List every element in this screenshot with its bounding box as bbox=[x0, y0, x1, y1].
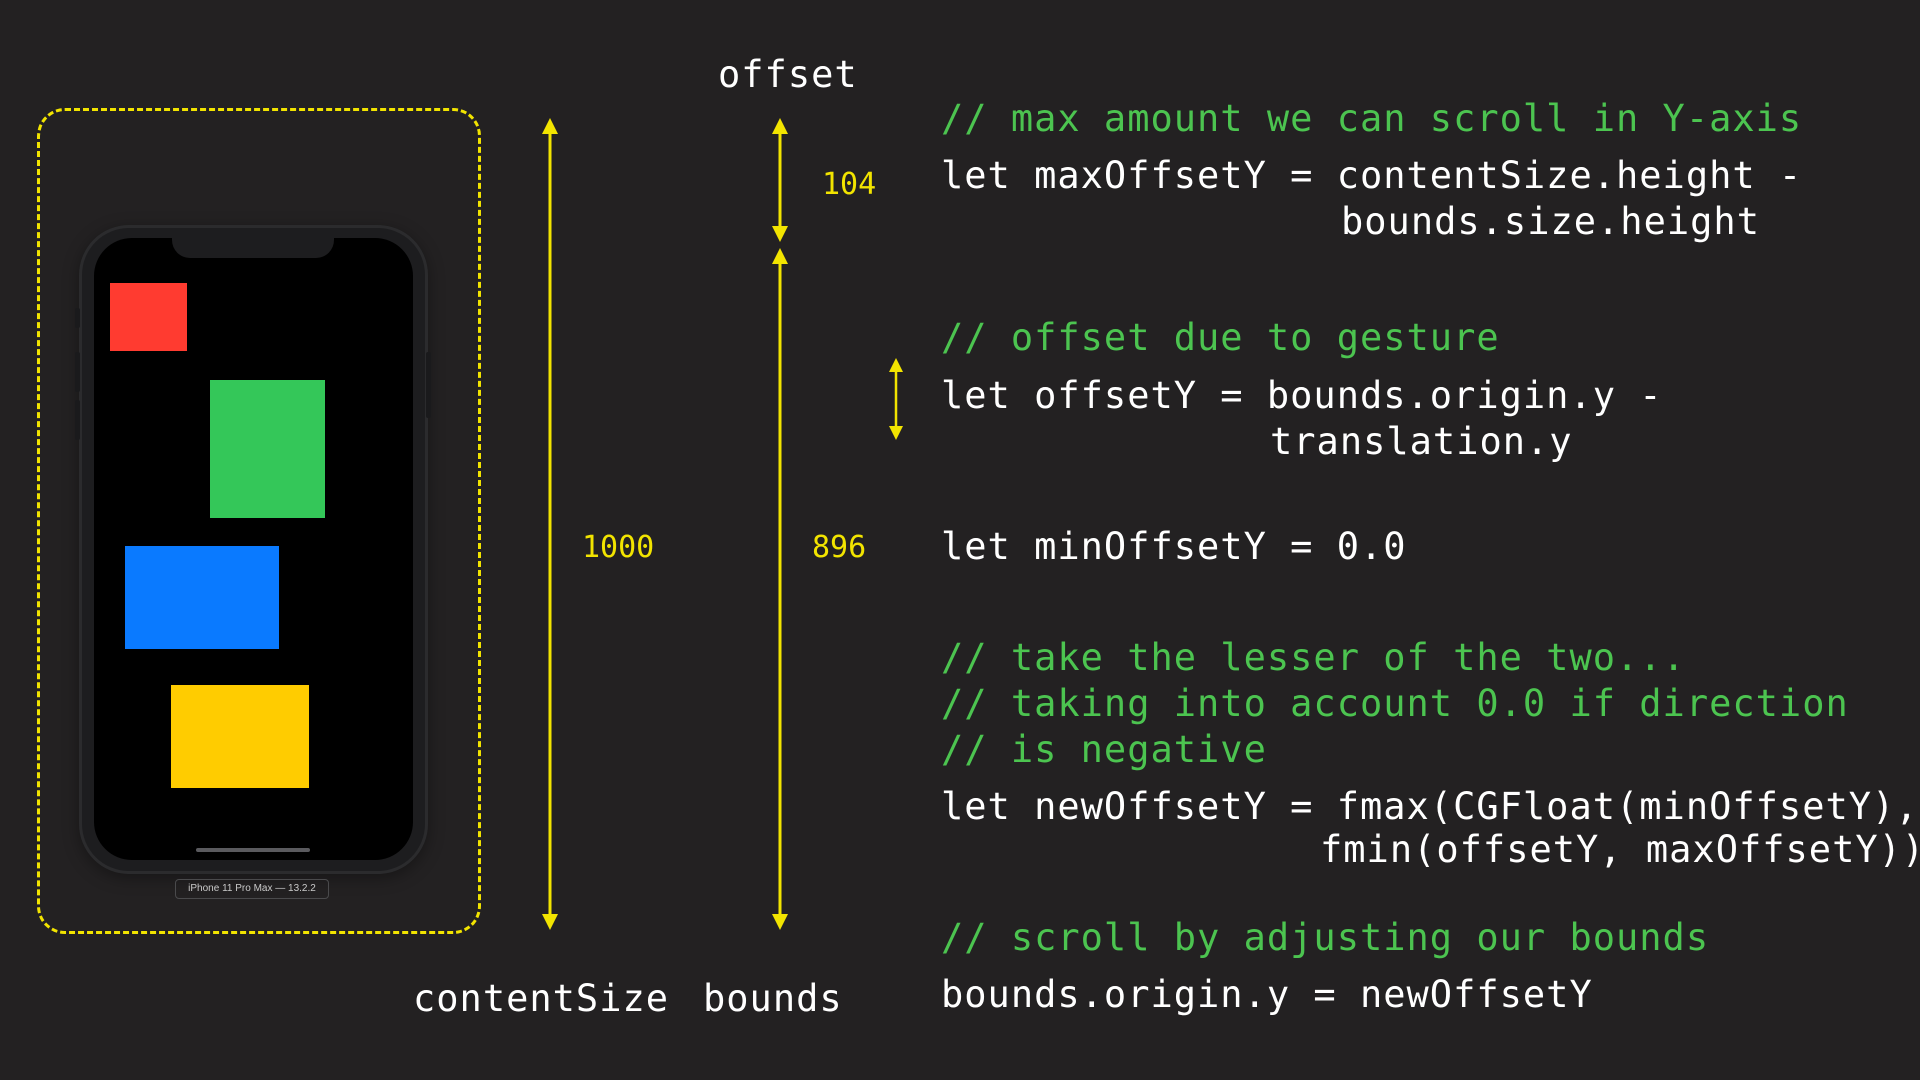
phone-volume-up-button bbox=[75, 352, 80, 392]
content-size-arrow-head-down bbox=[542, 914, 558, 930]
bounds-value-label: 896 bbox=[812, 530, 867, 565]
home-indicator bbox=[196, 848, 310, 852]
code-offset-line1: let offsetY = bounds.origin.y - bbox=[941, 374, 1663, 417]
code-offset-line2: translation.y bbox=[1270, 420, 1573, 463]
content-size-arrow-head-up bbox=[542, 118, 558, 134]
comment-lesser-line1: // take the lesser of the two... bbox=[941, 636, 1686, 679]
comment-max-offset: // max amount we can scroll in Y-axis bbox=[941, 97, 1803, 140]
bounds-arrow-head-up bbox=[772, 248, 788, 264]
code-max-offset-line1: let maxOffsetY = contentSize.height - bbox=[941, 154, 1803, 197]
offset-arrow-head-down bbox=[772, 226, 788, 242]
comment-gesture-offset: // offset due to gesture bbox=[941, 316, 1500, 359]
device-label: iPhone 11 Pro Max — 13.2.2 bbox=[175, 879, 329, 899]
code-max-offset-line2: bounds.size.height bbox=[1341, 200, 1760, 243]
code-min-offset: let minOffsetY = 0.0 bbox=[941, 525, 1407, 568]
gesture-arrow-head-up bbox=[889, 358, 903, 372]
gesture-arrow-head-down bbox=[889, 426, 903, 440]
content-size-label: contentSize bbox=[413, 977, 670, 1020]
comment-lesser-line3: // is negative bbox=[941, 728, 1267, 771]
bounds-label: bounds bbox=[703, 977, 843, 1020]
phone-side-button bbox=[75, 308, 80, 328]
comment-scroll-bounds: // scroll by adjusting our bounds bbox=[941, 916, 1710, 959]
phone-volume-down-button bbox=[75, 400, 80, 440]
red-box bbox=[110, 283, 187, 351]
code-scroll-bounds: bounds.origin.y = newOffsetY bbox=[941, 973, 1593, 1016]
yellow-box bbox=[171, 685, 309, 788]
code-new-offset-line2: fmin(offsetY, maxOffsetY)) bbox=[1320, 828, 1920, 871]
green-box bbox=[210, 380, 325, 518]
content-size-value-label: 1000 bbox=[582, 530, 655, 565]
offset-label: offset bbox=[718, 53, 858, 96]
phone-power-button bbox=[426, 352, 431, 418]
comment-lesser-line2: // taking into account 0.0 if direction bbox=[941, 682, 1849, 725]
offset-value-label: 104 bbox=[822, 167, 877, 202]
diagram-canvas: iPhone 11 Pro Max — 13.2.2 offset 104 10… bbox=[0, 0, 1920, 1080]
phone-notch bbox=[172, 236, 334, 258]
bounds-arrow-head-down bbox=[772, 914, 788, 930]
blue-box bbox=[125, 546, 279, 649]
offset-arrow-head-up bbox=[772, 118, 788, 134]
code-new-offset-line1: let newOffsetY = fmax(CGFloat(minOffsetY… bbox=[941, 785, 1919, 828]
